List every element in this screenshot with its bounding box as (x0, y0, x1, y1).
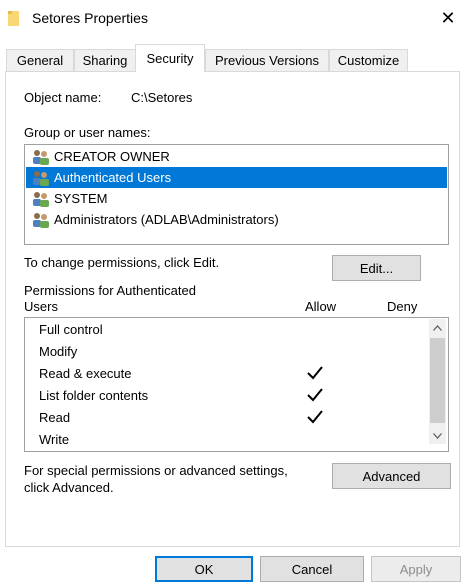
perm-read: Read (39, 409, 71, 425)
advanced-button[interactable]: Advanced (332, 463, 451, 489)
close-icon: ✕ (440, 7, 456, 28)
perm-modify: Modify (39, 343, 78, 359)
apply-button[interactable]: Apply (371, 556, 461, 582)
tab-general[interactable]: General (6, 49, 74, 71)
permissions-list: Full control Modify Read & execute List … (24, 317, 449, 452)
check-icon (307, 388, 323, 402)
scroll-thumb[interactable] (430, 338, 445, 423)
check-icon (307, 410, 323, 424)
security-panel: Object name: C:\Setores Group or user na… (5, 71, 460, 547)
title-bar: Setores Properties ✕ (0, 0, 465, 38)
tab-previous-versions[interactable]: Previous Versions (205, 49, 329, 71)
user-item-creator-owner[interactable]: CREATOR OWNER (26, 146, 447, 167)
scroll-up-arrow[interactable] (429, 319, 446, 336)
cancel-button[interactable]: Cancel (260, 556, 364, 582)
deny-header: Deny (387, 299, 418, 314)
tab-sharing[interactable]: Sharing (74, 49, 136, 71)
user-item-label: Authenticated Users (54, 170, 172, 185)
user-item-system[interactable]: SYSTEM (26, 188, 447, 209)
object-name-label: Object name: (24, 90, 102, 105)
special-permissions-text-line1: For special permissions or advanced sett… (24, 463, 288, 478)
perm-full-control: Full control (39, 321, 103, 337)
chevron-down-icon (433, 432, 442, 439)
perm-list-folder-contents: List folder contents (39, 387, 149, 403)
special-permissions-text-line2: click Advanced. (24, 480, 114, 495)
tab-strip: General Sharing Security Previous Versio… (0, 44, 465, 72)
scroll-down-arrow[interactable] (429, 427, 446, 444)
user-list[interactable]: CREATOR OWNER Authenticated Users SYSTEM… (24, 144, 449, 245)
check-icon (307, 366, 323, 380)
users-icon (33, 212, 49, 228)
user-item-label: SYSTEM (54, 191, 108, 206)
user-item-administrators[interactable]: Administrators (ADLAB\Administrators) (26, 209, 447, 230)
window-title: Setores Properties (32, 10, 148, 26)
tab-security[interactable]: Security (135, 44, 205, 72)
permissions-title-line1: Permissions for Authenticated (24, 283, 196, 298)
edit-button[interactable]: Edit... (332, 255, 421, 281)
tab-customize[interactable]: Customize (329, 49, 408, 71)
object-name-value: C:\Setores (131, 90, 193, 105)
users-icon (33, 149, 49, 165)
permissions-scrollbar[interactable] (429, 319, 446, 444)
permissions-title-line2: Users (24, 299, 58, 314)
change-permissions-text: To change permissions, click Edit. (24, 255, 220, 270)
allow-header: Allow (305, 299, 337, 314)
user-item-label: Administrators (ADLAB\Administrators) (54, 212, 279, 227)
perm-read-execute: Read & execute (39, 365, 132, 381)
users-icon (33, 191, 49, 207)
dialog-footer: OK Cancel Apply (0, 547, 465, 584)
users-icon (33, 170, 49, 186)
user-item-authenticated-users[interactable]: Authenticated Users (26, 167, 447, 188)
close-button[interactable]: ✕ (432, 4, 464, 32)
chevron-up-icon (433, 324, 442, 331)
folder-icon (8, 11, 19, 26)
group-names-label: Group or user names: (24, 125, 151, 140)
ok-button[interactable]: OK (155, 556, 253, 582)
perm-write: Write (39, 431, 70, 447)
user-item-label: CREATOR OWNER (54, 149, 170, 164)
